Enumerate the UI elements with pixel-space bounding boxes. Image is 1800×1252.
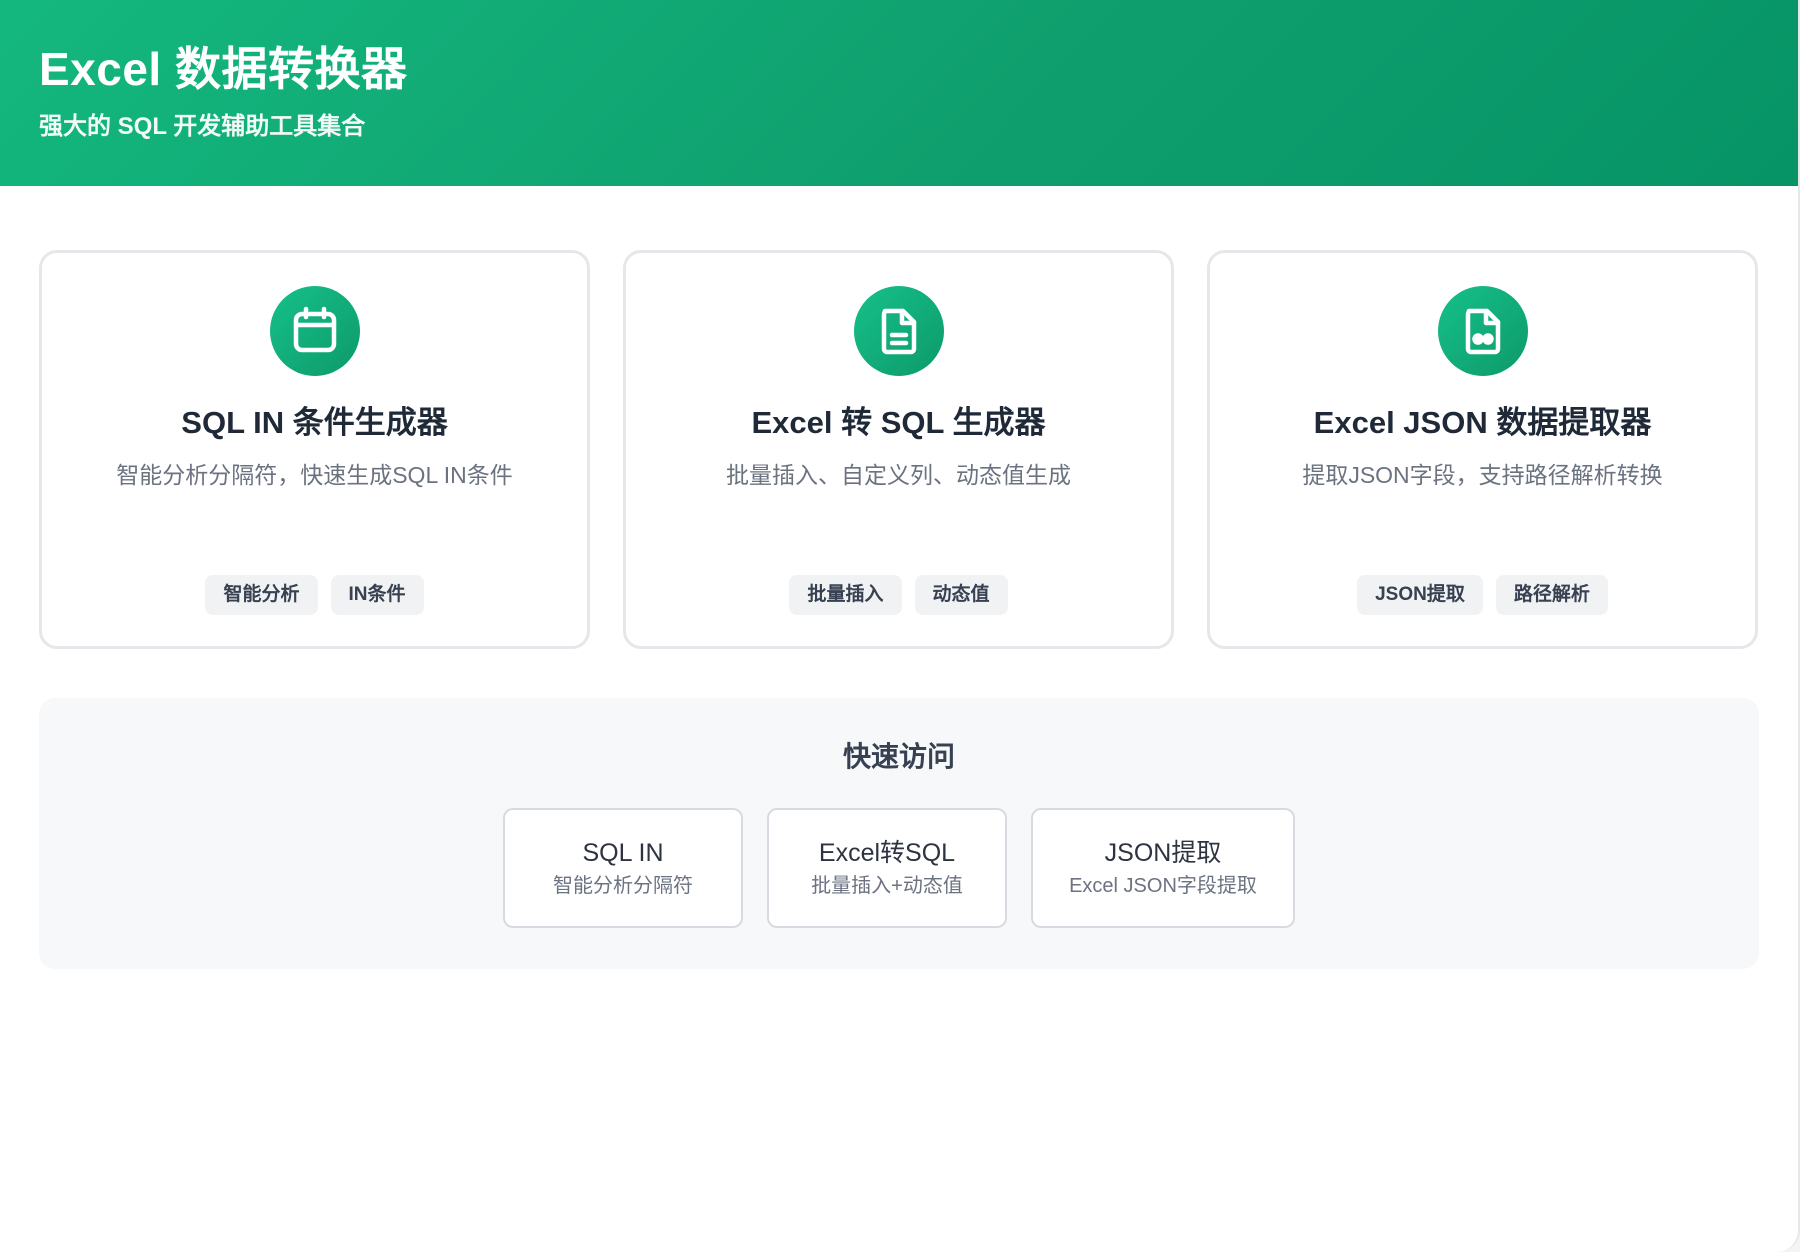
tool-card-tags: JSON提取 路径解析 (1210, 575, 1755, 615)
tool-card-description: 批量插入、自定义列、动态值生成 (726, 462, 1071, 488)
quick-access-title: 快速访问 (842, 741, 955, 772)
tag: JSON提取 (1357, 575, 1483, 615)
quick-link-name: JSON提取 (1104, 839, 1222, 867)
tool-card-excel-to-sql[interactable]: Excel 转 SQL 生成器 批量插入、自定义列、动态值生成 批量插入 动态值 (623, 250, 1174, 649)
quick-link-sql-in[interactable]: SQL IN 智能分析分隔符 (503, 808, 743, 928)
quick-link-subtitle: 智能分析分隔符 (553, 875, 693, 897)
tag: 路径解析 (1495, 575, 1608, 615)
tool-card-title: Excel 转 SQL 生成器 (751, 405, 1046, 440)
tag: IN条件 (330, 575, 424, 615)
page-header: Excel 数据转换器 强大的 SQL 开发辅助工具集合 (0, 0, 1798, 186)
app-window: Excel 数据转换器 强大的 SQL 开发辅助工具集合 SQL IN 条件生成… (0, 0, 1800, 1252)
quick-link-name: SQL IN (582, 839, 664, 867)
document-icon (853, 286, 944, 376)
tag: 智能分析 (205, 575, 318, 615)
tool-card-json-extractor[interactable]: Excel JSON 数据提取器 提取JSON字段，支持路径解析转换 JSON提… (1207, 250, 1758, 649)
calendar-icon (269, 286, 360, 376)
json-file-icon (1437, 286, 1528, 376)
tool-card-tags: 批量插入 动态值 (626, 575, 1171, 615)
tool-card-title: SQL IN 条件生成器 (181, 405, 448, 440)
tag: 动态值 (914, 575, 1008, 615)
tool-card-sql-in[interactable]: SQL IN 条件生成器 智能分析分隔符，快速生成SQL IN条件 智能分析 I… (39, 250, 590, 649)
page-subtitle: 强大的 SQL 开发辅助工具集合 (39, 113, 366, 140)
quick-link-name: Excel转SQL (818, 839, 956, 867)
tool-card-description: 提取JSON字段，支持路径解析转换 (1302, 462, 1663, 488)
quick-link-subtitle: 批量插入+动态值 (811, 875, 963, 897)
tool-card-title: Excel JSON 数据提取器 (1313, 405, 1652, 440)
tool-card-description: 智能分析分隔符，快速生成SQL IN条件 (116, 462, 513, 488)
quick-link-json-extract[interactable]: JSON提取 Excel JSON字段提取 (1031, 808, 1295, 928)
quick-access-panel: 快速访问 SQL IN 智能分析分隔符 Excel转SQL 批量插入+动态值 J… (39, 698, 1759, 969)
page-title: Excel 数据转换器 (39, 43, 408, 95)
quick-link-excel-to-sql[interactable]: Excel转SQL 批量插入+动态值 (767, 808, 1007, 928)
quick-link-subtitle: Excel JSON字段提取 (1069, 875, 1257, 897)
tool-card-tags: 智能分析 IN条件 (42, 575, 587, 615)
tool-card-list: SQL IN 条件生成器 智能分析分隔符，快速生成SQL IN条件 智能分析 I… (39, 250, 1759, 650)
quick-access-links: SQL IN 智能分析分隔符 Excel转SQL 批量插入+动态值 JSON提取… (39, 808, 1759, 928)
tag: 批量插入 (789, 575, 902, 615)
